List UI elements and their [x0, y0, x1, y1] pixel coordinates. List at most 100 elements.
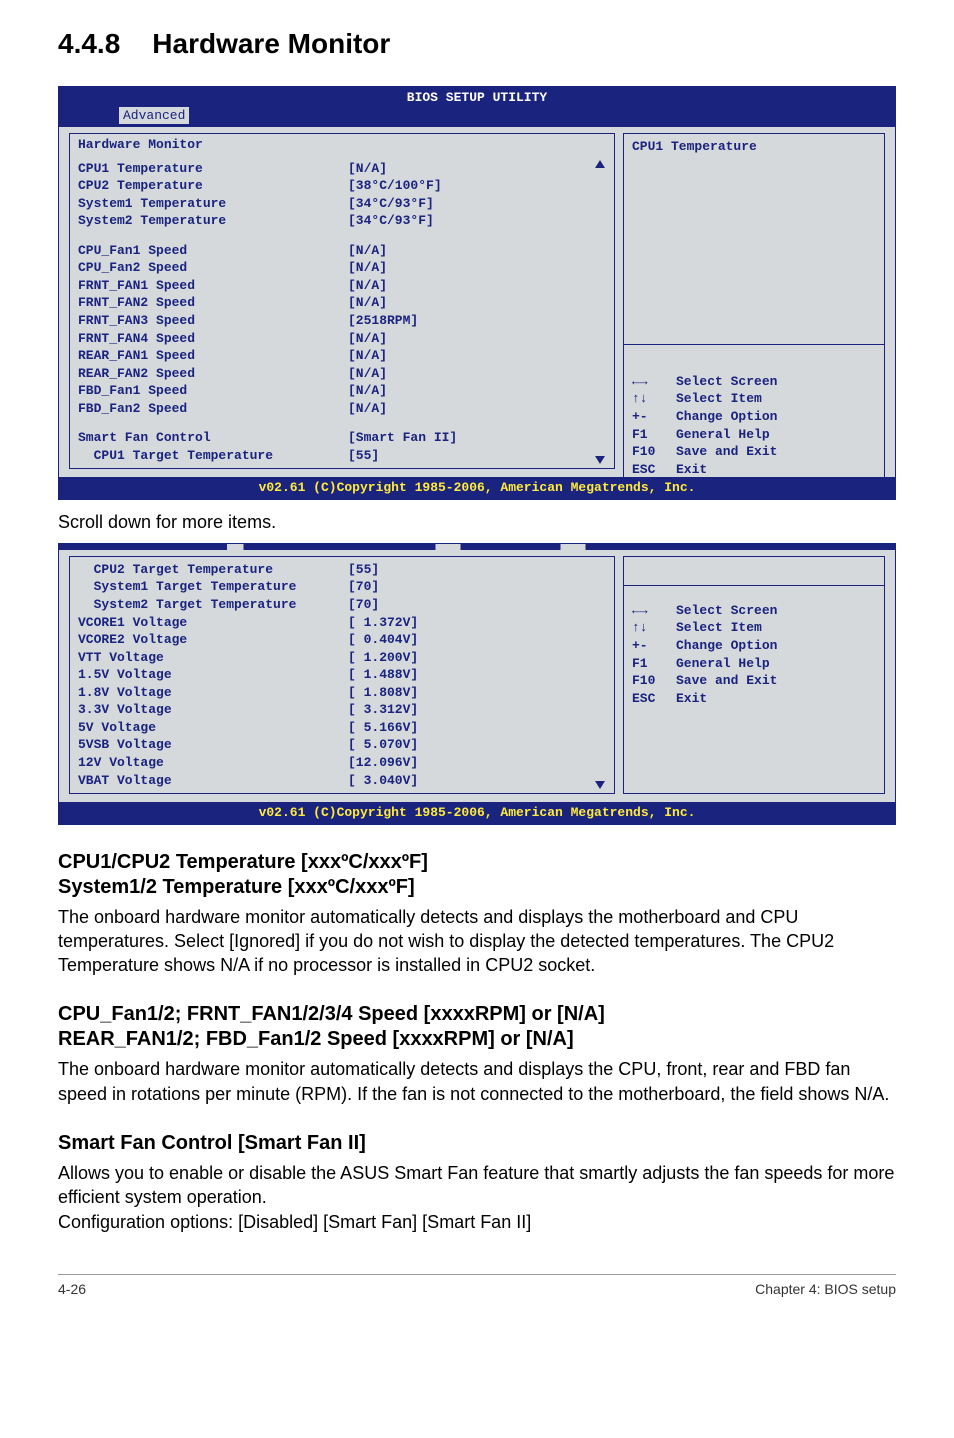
setting-row[interactable]: FBD_Fan1 Speed[N/A]: [78, 382, 592, 400]
help-row: ↑↓Select Item: [632, 390, 876, 408]
setting-row[interactable]: VCORE1 Voltage[ 1.372V]: [78, 614, 592, 632]
setting-row[interactable]: System2 Target Temperature[70]: [78, 596, 592, 614]
setting-label: CPU_Fan1 Speed: [78, 242, 348, 260]
body-smart-fan-2: Configuration options: [Disabled] [Smart…: [58, 1210, 896, 1234]
scroll-down-icon[interactable]: [595, 781, 605, 789]
setting-value[interactable]: [2518RPM]: [348, 312, 418, 330]
bios2-help: ←→Select Screen↑↓Select Item+-Change Opt…: [623, 585, 885, 794]
setting-value[interactable]: [34°C/93°F]: [348, 212, 434, 230]
help-row: ESCExit: [632, 461, 876, 479]
page-footer: 4-26 Chapter 4: BIOS setup: [58, 1274, 896, 1297]
scroll-down-icon[interactable]: [595, 456, 605, 464]
setting-row[interactable]: CPU_Fan1 Speed[N/A]: [78, 242, 592, 260]
setting-value[interactable]: [ 5.070V]: [348, 736, 418, 754]
setting-value[interactable]: [N/A]: [348, 400, 387, 418]
setting-value[interactable]: [N/A]: [348, 294, 387, 312]
setting-row[interactable]: FRNT_FAN1 Speed[N/A]: [78, 277, 592, 295]
help-row: ←→Select Screen: [632, 373, 876, 391]
setting-value[interactable]: [ 1.488V]: [348, 666, 418, 684]
setting-label: CPU_Fan2 Speed: [78, 259, 348, 277]
setting-label: FBD_Fan1 Speed: [78, 382, 348, 400]
bios2-info-top: [623, 556, 885, 585]
setting-value[interactable]: [N/A]: [348, 259, 387, 277]
setting-value[interactable]: [34°C/93°F]: [348, 195, 434, 213]
setting-row[interactable]: System1 Temperature[34°C/93°F]: [78, 195, 592, 213]
setting-label: 3.3V Voltage: [78, 701, 348, 719]
bios1-main: CPU1 Temperature[N/A]CPU2 Temperature[38…: [78, 160, 592, 465]
bios1-info-top: CPU1 Temperature: [623, 133, 885, 344]
setting-label: System2 Temperature: [78, 212, 348, 230]
setting-row[interactable]: 3.3V Voltage[ 3.312V]: [78, 701, 592, 719]
setting-value[interactable]: [ 5.166V]: [348, 719, 418, 737]
setting-label: CPU1 Temperature: [78, 160, 348, 178]
help-key: F10: [632, 443, 676, 461]
setting-row[interactable]: VTT Voltage[ 1.200V]: [78, 649, 592, 667]
setting-label: FRNT_FAN2 Speed: [78, 294, 348, 312]
setting-value[interactable]: [N/A]: [348, 330, 387, 348]
setting-value[interactable]: [Smart Fan II]: [348, 429, 457, 447]
setting-value[interactable]: [38°C/100°F]: [348, 177, 442, 195]
setting-label: REAR_FAN2 Speed: [78, 365, 348, 383]
setting-row[interactable]: CPU2 Target Temperature[55]: [78, 561, 592, 579]
h-cpu-temp-1: CPU1/CPU2 Temperature [xxxºC/xxxºF]: [58, 851, 896, 874]
setting-value[interactable]: [N/A]: [348, 365, 387, 383]
setting-value[interactable]: [55]: [348, 561, 379, 579]
setting-label: CPU2 Temperature: [78, 177, 348, 195]
help-row: F1General Help: [632, 426, 876, 444]
setting-value[interactable]: [55]: [348, 447, 379, 465]
panel-title: Hardware Monitor: [69, 133, 615, 156]
setting-value[interactable]: [70]: [348, 596, 379, 614]
setting-row[interactable]: 1.8V Voltage[ 1.808V]: [78, 684, 592, 702]
setting-value[interactable]: [ 0.404V]: [348, 631, 418, 649]
setting-value[interactable]: [ 1.200V]: [348, 649, 418, 667]
setting-row[interactable]: 1.5V Voltage[ 1.488V]: [78, 666, 592, 684]
setting-value[interactable]: [ 1.372V]: [348, 614, 418, 632]
bios1-scrollbar[interactable]: [592, 160, 606, 465]
body-fan: The onboard hardware monitor automatical…: [58, 1057, 896, 1106]
scroll-up-icon[interactable]: [595, 160, 605, 168]
setting-row[interactable]: VBAT Voltage[ 3.040V]: [78, 772, 592, 790]
setting-value[interactable]: [ 3.040V]: [348, 772, 418, 790]
bios2-scrollbar[interactable]: [592, 561, 606, 789]
setting-row[interactable]: REAR_FAN1 Speed[N/A]: [78, 347, 592, 365]
h-smart-fan: Smart Fan Control [Smart Fan II]: [58, 1132, 896, 1155]
setting-row[interactable]: CPU2 Temperature[38°C/100°F]: [78, 177, 592, 195]
setting-row[interactable]: 5V Voltage[ 5.166V]: [78, 719, 592, 737]
setting-row[interactable]: FRNT_FAN4 Speed[N/A]: [78, 330, 592, 348]
body-smart-fan-1: Allows you to enable or disable the ASUS…: [58, 1161, 896, 1210]
setting-value[interactable]: [70]: [348, 578, 379, 596]
setting-row[interactable]: CPU1 Temperature[N/A]: [78, 160, 592, 178]
setting-value[interactable]: [ 3.312V]: [348, 701, 418, 719]
help-key: ESC: [632, 690, 676, 708]
setting-label: VTT Voltage: [78, 649, 348, 667]
setting-row[interactable]: FRNT_FAN3 Speed[2518RPM]: [78, 312, 592, 330]
h-fan-1: CPU_Fan1/2; FRNT_FAN1/2/3/4 Speed [xxxxR…: [58, 1003, 896, 1026]
setting-value[interactable]: [N/A]: [348, 347, 387, 365]
setting-row[interactable]: System1 Target Temperature[70]: [78, 578, 592, 596]
help-desc: Select Item: [676, 619, 762, 637]
setting-row[interactable]: System2 Temperature[34°C/93°F]: [78, 212, 592, 230]
setting-value[interactable]: [12.096V]: [348, 754, 418, 772]
setting-row[interactable]: Smart Fan Control[Smart Fan II]: [78, 429, 592, 447]
tab-advanced[interactable]: Advanced: [119, 107, 189, 125]
setting-value[interactable]: [N/A]: [348, 160, 387, 178]
setting-row[interactable]: 5VSB Voltage[ 5.070V]: [78, 736, 592, 754]
setting-row[interactable]: VCORE2 Voltage[ 0.404V]: [78, 631, 592, 649]
setting-row[interactable]: REAR_FAN2 Speed[N/A]: [78, 365, 592, 383]
bios2-footer: v02.61 (C)Copyright 1985-2006, American …: [59, 802, 895, 824]
setting-row[interactable]: 12V Voltage[12.096V]: [78, 754, 592, 772]
setting-row[interactable]: FRNT_FAN2 Speed[N/A]: [78, 294, 592, 312]
section-number: 4.4.8: [58, 28, 120, 60]
help-desc: Exit: [676, 461, 707, 479]
setting-value[interactable]: [N/A]: [348, 242, 387, 260]
setting-row[interactable]: FBD_Fan2 Speed[N/A]: [78, 400, 592, 418]
setting-row[interactable]: CPU_Fan2 Speed[N/A]: [78, 259, 592, 277]
setting-row[interactable]: CPU1 Target Temperature[55]: [78, 447, 592, 465]
setting-value[interactable]: [N/A]: [348, 277, 387, 295]
setting-label: VCORE1 Voltage: [78, 614, 348, 632]
setting-value[interactable]: [ 1.808V]: [348, 684, 418, 702]
setting-label: System2 Target Temperature: [78, 596, 348, 614]
setting-value[interactable]: [N/A]: [348, 382, 387, 400]
help-desc: Save and Exit: [676, 443, 777, 461]
bios-tabs: Advanced: [59, 107, 895, 128]
